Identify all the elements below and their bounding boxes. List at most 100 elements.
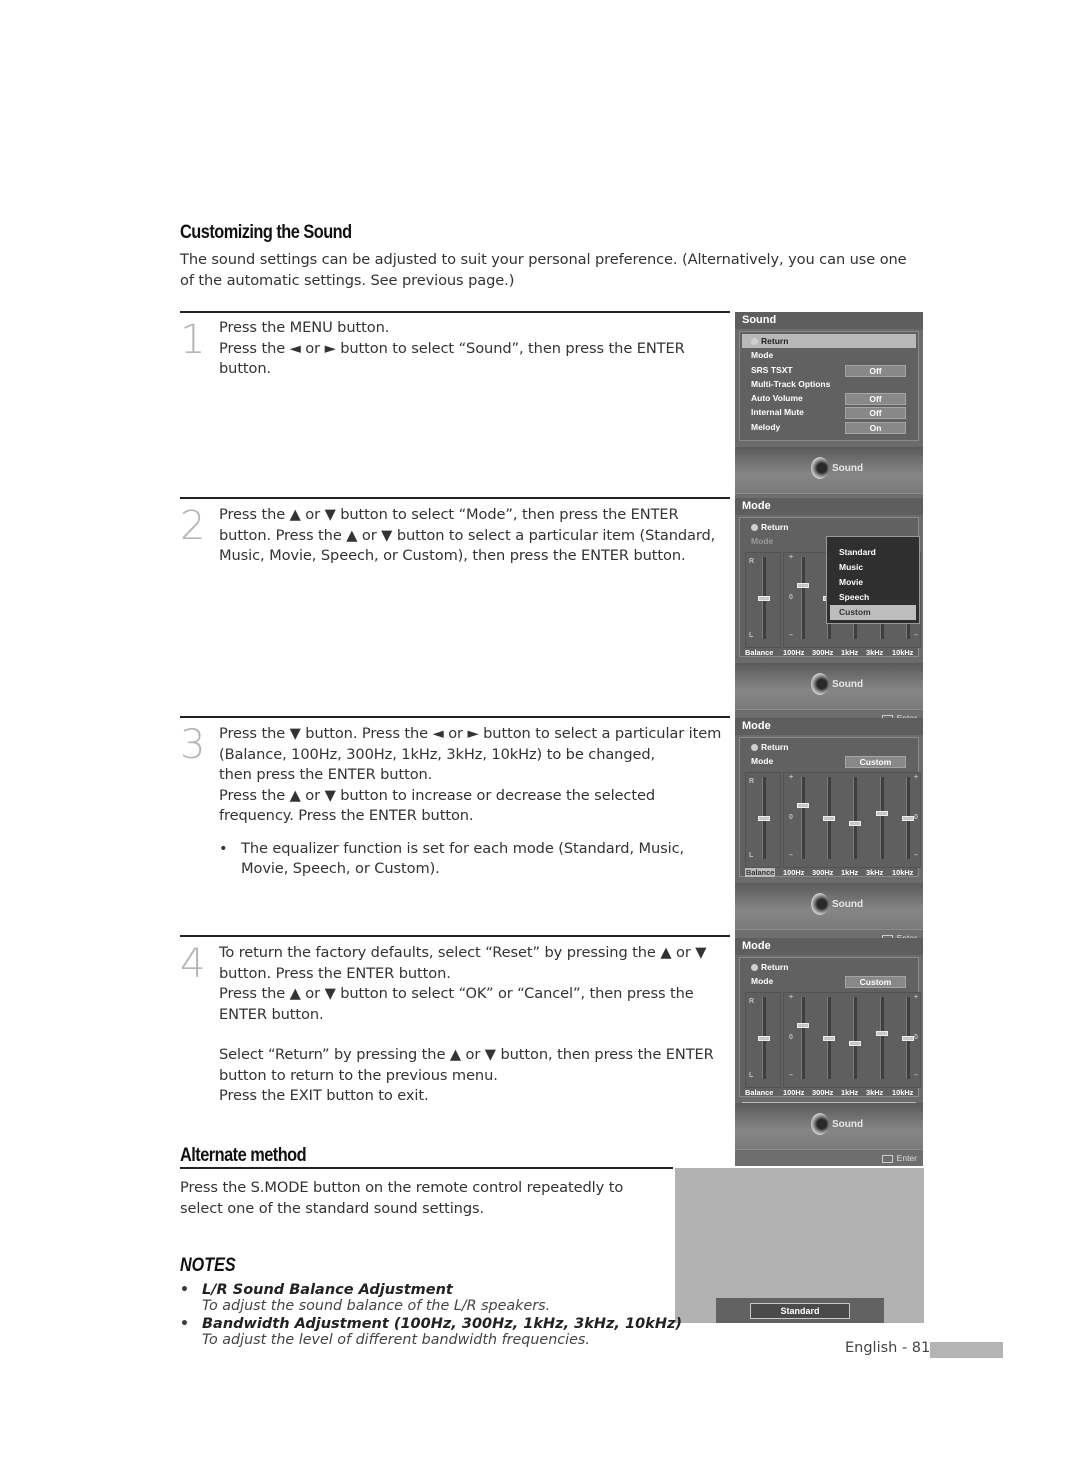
slider-knob-100hz[interactable] bbox=[797, 583, 809, 589]
dropdown-option-custom[interactable]: Custom bbox=[830, 605, 916, 620]
speaker-icon bbox=[811, 673, 829, 695]
mode-dropdown[interactable]: Standard Music Movie Speech Custom bbox=[826, 536, 920, 624]
eq-label-10khz[interactable]: 10kHz bbox=[892, 1088, 913, 1097]
eq-label-300hz[interactable]: 300Hz bbox=[812, 648, 833, 657]
note-item: • Bandwidth Adjustment (100Hz, 300Hz, 1k… bbox=[180, 1316, 740, 1348]
eq-label-100hz[interactable]: 100Hz bbox=[783, 1088, 804, 1097]
balance-right-mark: R bbox=[749, 997, 755, 1005]
bullet-dot: • bbox=[219, 839, 228, 857]
notes-title: NOTES bbox=[180, 1255, 236, 1276]
slider-knob-3khz[interactable] bbox=[876, 1031, 888, 1037]
eq-label-1khz[interactable]: 1kHz bbox=[841, 1088, 858, 1097]
slider-knob-1khz[interactable] bbox=[849, 820, 861, 826]
eq-label-300hz[interactable]: 300Hz bbox=[812, 868, 833, 877]
menu-item-internal-mute[interactable]: Internal Mute Off bbox=[740, 405, 918, 420]
step-number: 1 bbox=[180, 317, 206, 363]
slider-knob-balance[interactable] bbox=[758, 1035, 770, 1041]
osd-menu-panel: Return Mode Custom Balance 100Hz 300Hz 1kHz 3kH… bbox=[739, 737, 921, 896]
return-icon bbox=[751, 338, 758, 345]
bullet-item: • The equalizer function is set for each… bbox=[219, 839, 739, 880]
eq-label-100hz[interactable]: 100Hz bbox=[783, 648, 804, 657]
menu-item-multi-track[interactable]: Multi-Track Options bbox=[740, 377, 918, 391]
eq-label-3khz[interactable]: 3kHz bbox=[866, 648, 883, 657]
bullet-line: Movie, Speech, or Custom). bbox=[241, 860, 440, 877]
menu-item-return[interactable]: Return bbox=[740, 520, 918, 534]
band-zero-mark: 0 bbox=[914, 813, 918, 821]
enter-hint: Enter bbox=[735, 1149, 923, 1166]
menu-item-value: Off bbox=[845, 407, 906, 420]
band-plus-mark: + bbox=[789, 773, 794, 781]
speaker-icon bbox=[811, 893, 829, 915]
menu-item-mode[interactable]: Mode bbox=[740, 348, 918, 362]
bullet-line: The equalizer function is set for each m… bbox=[241, 839, 685, 857]
menu-item-mode[interactable]: Mode Custom bbox=[740, 754, 918, 769]
slider-track-100hz[interactable] bbox=[801, 776, 805, 859]
slider-knob-balance[interactable] bbox=[758, 815, 770, 821]
slider-knob-100hz[interactable] bbox=[797, 803, 809, 809]
dropdown-option-standard[interactable]: Standard bbox=[827, 545, 919, 560]
slider-knob-3khz[interactable] bbox=[876, 811, 888, 817]
eq-label-3khz[interactable]: 3kHz bbox=[866, 868, 883, 877]
dropdown-option-speech[interactable]: Speech bbox=[827, 590, 919, 605]
eq-label-1khz[interactable]: 1kHz bbox=[841, 868, 858, 877]
osd-menu-panel: Return Mode Balance 100Hz 300Hz 1kHz 3kHz 10kHz… bbox=[739, 517, 921, 676]
slider-track-3khz[interactable] bbox=[880, 776, 884, 859]
eq-label-10khz[interactable]: 10kHz bbox=[892, 868, 913, 877]
menu-item-label: Mode bbox=[751, 756, 774, 767]
osd-menu-panel: Return Mode SRS TSXT Off Multi-Track Opti… bbox=[739, 331, 919, 441]
band-zero-mark: 0 bbox=[789, 593, 793, 601]
slider-knob-300hz[interactable] bbox=[823, 815, 835, 821]
eq-label-balance[interactable]: Balance bbox=[745, 1088, 773, 1097]
step-line: To return the factory defaults, select “… bbox=[219, 944, 707, 961]
menu-item-melody[interactable]: Melody On bbox=[740, 420, 918, 434]
osd-footer-banner: Sound bbox=[735, 663, 923, 709]
slider-track-1khz[interactable] bbox=[853, 996, 857, 1079]
eq-label-balance[interactable]: Balance bbox=[745, 648, 773, 657]
eq-label-3khz[interactable]: 3kHz bbox=[866, 1088, 883, 1097]
slider-knob-1khz[interactable] bbox=[849, 1040, 861, 1046]
divider bbox=[180, 497, 730, 499]
step-number: 4 bbox=[180, 941, 206, 987]
page-tab-marker bbox=[930, 1342, 1003, 1358]
eq-label-10khz[interactable]: 10kHz bbox=[892, 648, 913, 657]
slider-track-1khz[interactable] bbox=[853, 776, 857, 859]
eq-label-300hz[interactable]: 300Hz bbox=[812, 1088, 833, 1097]
step-line: button. bbox=[219, 360, 272, 377]
band-minus-mark: – bbox=[914, 851, 918, 859]
eq-label-100hz[interactable]: 100Hz bbox=[783, 868, 804, 877]
band-minus-mark: – bbox=[789, 851, 793, 859]
menu-item-auto-volume[interactable]: Auto Volume Off bbox=[740, 391, 918, 406]
step-line: Press the EXIT button to exit. bbox=[219, 1087, 429, 1104]
balance-right-mark: R bbox=[749, 557, 755, 565]
dropdown-option-movie[interactable]: Movie bbox=[827, 575, 919, 590]
osd-footer-label: Sound bbox=[832, 679, 864, 690]
osd-title: Mode bbox=[735, 938, 923, 955]
band-minus-mark: – bbox=[789, 1071, 793, 1079]
menu-item-return[interactable]: Return bbox=[740, 960, 918, 974]
step-2-text: Press the ▲ or ▼ button to select “Mode”… bbox=[219, 505, 739, 567]
slider-knob-10khz[interactable] bbox=[902, 1035, 914, 1041]
slider-track-100hz[interactable] bbox=[801, 996, 805, 1079]
menu-item-mode[interactable]: Mode Custom bbox=[740, 974, 918, 989]
slider-track-100hz[interactable] bbox=[801, 556, 805, 639]
osd-mode-menu-dropdown: Mode Return Mode Balance 100Hz 300Hz 1kHz 3kHz 1… bbox=[735, 498, 923, 726]
eq-label-1khz[interactable]: 1kHz bbox=[841, 648, 858, 657]
menu-item-srs-tsxt[interactable]: SRS TSXT Off bbox=[740, 363, 918, 377]
slider-knob-100hz[interactable] bbox=[797, 1023, 809, 1029]
osd-footer-banner: Sound bbox=[735, 447, 923, 493]
step-line: ENTER button. bbox=[219, 1005, 324, 1023]
dropdown-option-music[interactable]: Music bbox=[827, 560, 919, 575]
slider-track-3khz[interactable] bbox=[880, 996, 884, 1079]
step-line: button. Press the ▲ or ▼ button to selec… bbox=[219, 526, 716, 544]
slider-knob-balance[interactable] bbox=[758, 595, 770, 601]
eq-label-balance[interactable]: Balance bbox=[745, 867, 776, 877]
step-number: 2 bbox=[180, 503, 206, 549]
menu-item-return[interactable]: Return bbox=[740, 740, 918, 754]
slider-knob-10khz[interactable] bbox=[902, 815, 914, 821]
intro-line: The sound settings can be adjusted to su… bbox=[180, 251, 907, 268]
return-icon bbox=[751, 744, 758, 751]
menu-item-return[interactable]: Return bbox=[742, 334, 916, 349]
slider-knob-300hz[interactable] bbox=[823, 1035, 835, 1041]
osd-mode-menu-equalizer: Mode Return Mode Custom Balance 100Hz 300Hz 1kH… bbox=[735, 718, 923, 946]
note-heading: L/R Sound Balance Adjustment bbox=[202, 1282, 453, 1298]
